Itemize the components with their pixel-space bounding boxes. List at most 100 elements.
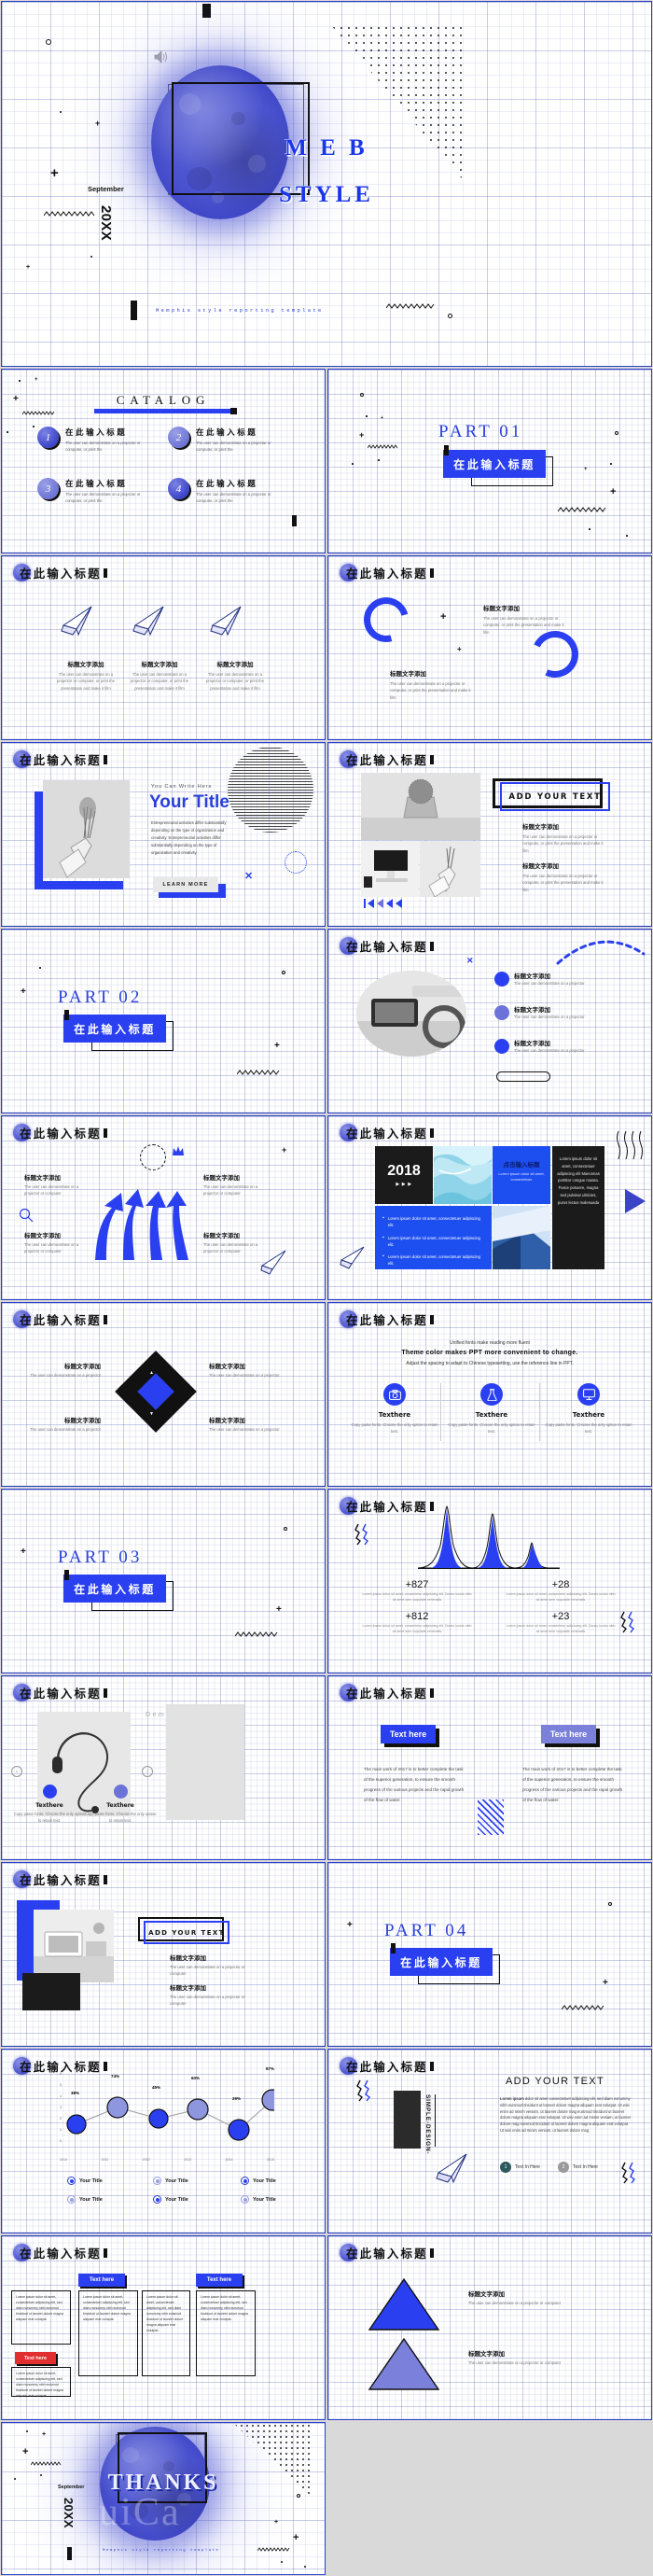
pill-button[interactable] bbox=[496, 1071, 550, 1082]
header-tick-icon bbox=[429, 1314, 434, 1324]
circle-item-2[interactable]: 标题文字添加 The user can demonstrate on a pro… bbox=[494, 1004, 604, 1020]
headphone-item-1[interactable]: Texthere Copy paste fonts. Choose the on… bbox=[13, 1785, 86, 1825]
prev-arrow-button[interactable]: ‹ bbox=[11, 1766, 22, 1777]
black-bar-deco bbox=[391, 1943, 396, 1953]
pill-1[interactable]: 1 Text In Here bbox=[500, 2162, 540, 2173]
slide-theme-color[interactable]: 在此输入标题 Unified fonts make reading more f… bbox=[327, 1302, 652, 1487]
text-here-badge-left[interactable]: Text here bbox=[381, 1725, 436, 1743]
plus-deco: + bbox=[584, 467, 588, 472]
item-title: Texthere bbox=[106, 1802, 134, 1809]
theme-card-3[interactable]: Texthere Copy paste fonts. Choose the on… bbox=[545, 1383, 632, 1435]
triangle-purple-shape bbox=[368, 2337, 440, 2396]
slide-your-title[interactable]: 在此输入标题 ✕ You Can Write Here Your Title E… bbox=[1, 742, 326, 927]
triangle-caption-1: 标题文字添加 The user can demonstrate on a pro… bbox=[468, 2289, 562, 2306]
photo-addtext-row-1: 标题文字添加 The user can demonstrate on a pro… bbox=[170, 1953, 256, 1978]
card-body: Lorem ipsum dolor sit amet, consectetuer… bbox=[201, 2295, 248, 2321]
learn-more-button[interactable]: LEARN MORE bbox=[153, 877, 218, 892]
slide-circles-car[interactable]: 在此输入标题 ✕ 标题文字添加 The user can demonstrate… bbox=[327, 929, 652, 1113]
arrow-fan-graphic bbox=[84, 1178, 196, 1262]
caption-body: The user can demonstrate on a projector bbox=[209, 1427, 280, 1432]
catalog-item-number: 4 bbox=[168, 478, 189, 499]
slide-cover[interactable]: + + + + + bbox=[1, 1, 652, 367]
photo-lavender bbox=[43, 780, 130, 878]
text-here-badge-right[interactable]: Text here bbox=[541, 1725, 596, 1743]
slide-add-your-text-photos[interactable]: 在此输入标题 ADD YOUR TEXT 标题文字添加 The user can… bbox=[327, 742, 652, 927]
card-body: Lorem ipsum dolor sit amet, consectetuer… bbox=[16, 2372, 63, 2398]
catalog-item-number: 1 bbox=[37, 427, 59, 448]
catalog-item-3[interactable]: 3 在此输入标题 The user can demonstrate on a p… bbox=[37, 478, 144, 504]
slide-simple-design[interactable]: 在此输入标题 SIMPLE-DESIGN- ADD YOUR TEXT Lore… bbox=[327, 2049, 652, 2233]
slide-part-03[interactable]: + + PART 03 在此输入标题 bbox=[1, 1489, 326, 1673]
slide-photo-add-text[interactable]: 在此输入标题 ADD YOUR TEXT 标题文字添加 The user can… bbox=[1, 1862, 326, 2047]
legend-item-1[interactable]: Your Title bbox=[63, 2177, 103, 2185]
slide-part-02[interactable]: + + PART 02 在此输入标题 bbox=[1, 929, 326, 1113]
zigzag-vertical-deco bbox=[356, 2079, 373, 2107]
theme-card-1[interactable]: Texthere Copy paste fonts. Choose the on… bbox=[351, 1383, 438, 1435]
card-badge-blue-1[interactable]: Text here bbox=[78, 2274, 125, 2287]
slide-donut-rings[interactable]: 在此输入标题 + + 标题文字添加 The user can demonstra… bbox=[327, 555, 652, 740]
slide-arrows[interactable]: 在此输入标题 + 标题文字添加 The user can demonstrate… bbox=[1, 1115, 326, 1300]
legend-label: Your Title bbox=[253, 2177, 276, 2184]
plane-caption-3: 标题文字添加 The user can demonstrate on a pro… bbox=[201, 659, 269, 692]
pill-2[interactable]: 2 Text In Here bbox=[558, 2162, 598, 2173]
catalog-item-1[interactable]: 1 在此输入标题 The user can demonstrate on a p… bbox=[37, 427, 144, 453]
slide-text-here[interactable]: 在此输入标题 Text here Text here The main work… bbox=[327, 1675, 652, 1860]
slide-line-chart[interactable]: 在此输入标题 38% 74% 45% 60% 29% 87% 6 5 4 3 2… bbox=[1, 2049, 326, 2233]
marble-photo-tile bbox=[434, 1146, 492, 1204]
catalog-item-4[interactable]: 4 在此输入标题 The user can demonstrate on a p… bbox=[168, 478, 274, 504]
slide-thanks[interactable]: + + + + uiCa THANKS September 20XX Memph… bbox=[1, 2422, 326, 2575]
slide-cards[interactable]: 在此输入标题 Text here Text here Text here Lor… bbox=[1, 2235, 326, 2420]
caption-title: 标题文字添加 bbox=[468, 2350, 505, 2358]
legend-label: Your Title bbox=[79, 2196, 103, 2203]
legend-item-3[interactable]: Your Title bbox=[237, 2177, 276, 2185]
kpi-2: +28 Lorem ipsum dolor sit amet, consecte… bbox=[506, 1579, 616, 1603]
part-title-band: 在此输入标题 bbox=[63, 1575, 166, 1603]
triangle-left-icon bbox=[396, 899, 402, 908]
circle-item-3[interactable]: 标题文字添加 The user can demonstrate on a pro… bbox=[494, 1038, 604, 1054]
plus-deco: + bbox=[347, 1920, 353, 1930]
y-axis-ticks: 6 5 4 3 2 1 0 bbox=[60, 2072, 67, 2143]
y-tick: 0 bbox=[60, 2139, 62, 2143]
legend-item-6[interactable]: Your Title bbox=[237, 2195, 276, 2204]
slide-header: 在此输入标题 bbox=[340, 564, 434, 581]
paper-plane-icon bbox=[209, 605, 248, 637]
next-arrow-button[interactable]: › bbox=[142, 1766, 153, 1777]
theme-card-2[interactable]: Texthere Copy paste fonts. Choose the on… bbox=[448, 1383, 535, 1435]
vertical-rule-deco bbox=[435, 2094, 437, 2147]
your-title-eyebrow: You Can Write Here bbox=[151, 784, 213, 790]
slide-part-01[interactable]: + + + + PART 01 在此输入标题 bbox=[327, 369, 652, 553]
slide-triangles[interactable]: 在此输入标题 标题文字添加 The user can demonstrate o… bbox=[327, 2235, 652, 2420]
item-body: The user can demonstrate on a projector bbox=[514, 1048, 585, 1053]
catalog-item-2[interactable]: 2 在此输入标题 The user can demonstrate on a p… bbox=[168, 427, 274, 453]
card-badge-red[interactable]: Text here bbox=[15, 2352, 56, 2364]
slide-headphone[interactable]: 在此输入标题 ‹ › Demonstrate bbox=[1, 1675, 326, 1860]
legend-item-2[interactable]: Your Title bbox=[149, 2177, 188, 2185]
card-badge-blue-2[interactable]: Text here bbox=[196, 2274, 243, 2287]
part-title-band: 在此输入标题 bbox=[63, 1015, 166, 1043]
add-your-text-banner: ADD YOUR TEXT bbox=[508, 791, 602, 802]
theme-line-1: Unified fonts make reading more fluent bbox=[450, 1340, 530, 1346]
paper-plane-icon bbox=[132, 605, 171, 637]
legend-item-5[interactable]: Your Title bbox=[149, 2195, 188, 2204]
kpi-desc: Lorem ipsum dolor sit amet, consectetur … bbox=[362, 1592, 472, 1602]
slide-peaks-chart[interactable]: 在此输入标题 +827 Lorem ipsum dolor sit amet, … bbox=[327, 1489, 652, 1673]
circle-item-1[interactable]: 标题文字添加 The user can demonstrate on a pro… bbox=[494, 971, 604, 987]
bullet-text: Lorem ipsum dolor sit amet, consectetuer… bbox=[387, 1216, 480, 1228]
diamond-caption-4: 标题文字添加 The user can demonstrate on a pro… bbox=[209, 1415, 282, 1433]
caption-title: 标题文字添加 bbox=[209, 1417, 245, 1424]
slide-catalog[interactable]: + + CATALOG 1 在此输入标题 The user can demons… bbox=[1, 369, 326, 553]
prev-arrows-control[interactable] bbox=[364, 899, 402, 908]
caption-title: 标题文字添加 bbox=[64, 1417, 101, 1424]
dotted-circle-deco bbox=[140, 1144, 166, 1170]
caption-body: The user can demonstrate on a projector … bbox=[203, 1242, 258, 1254]
legend-item-4[interactable]: Your Title bbox=[63, 2195, 103, 2204]
card-body: Copy paste fonts. Choose the only option… bbox=[448, 1422, 535, 1435]
legend-dot-icon bbox=[241, 2195, 249, 2204]
row-title: 标题文字添加 bbox=[522, 862, 559, 870]
slide-paper-planes[interactable]: 在此输入标题 标题文字添加 The user can demonstrate o… bbox=[1, 555, 326, 740]
slide-diamond[interactable]: 在此输入标题 ▲ ▼ 标题文字添加 The user can demonstra… bbox=[1, 1302, 326, 1487]
slide-part-04[interactable]: + + PART 04 在此输入标题 bbox=[327, 1862, 652, 2047]
slide-2018-mosaic[interactable]: 在此输入标题 2018 ▶ ▶ ▶ 点击输入标题 Lorem ipsum dol… bbox=[327, 1115, 652, 1300]
y-tick: 1 bbox=[60, 2128, 62, 2132]
headphone-item-2[interactable]: Texthere Copy paste fonts. Choose the on… bbox=[84, 1785, 157, 1825]
